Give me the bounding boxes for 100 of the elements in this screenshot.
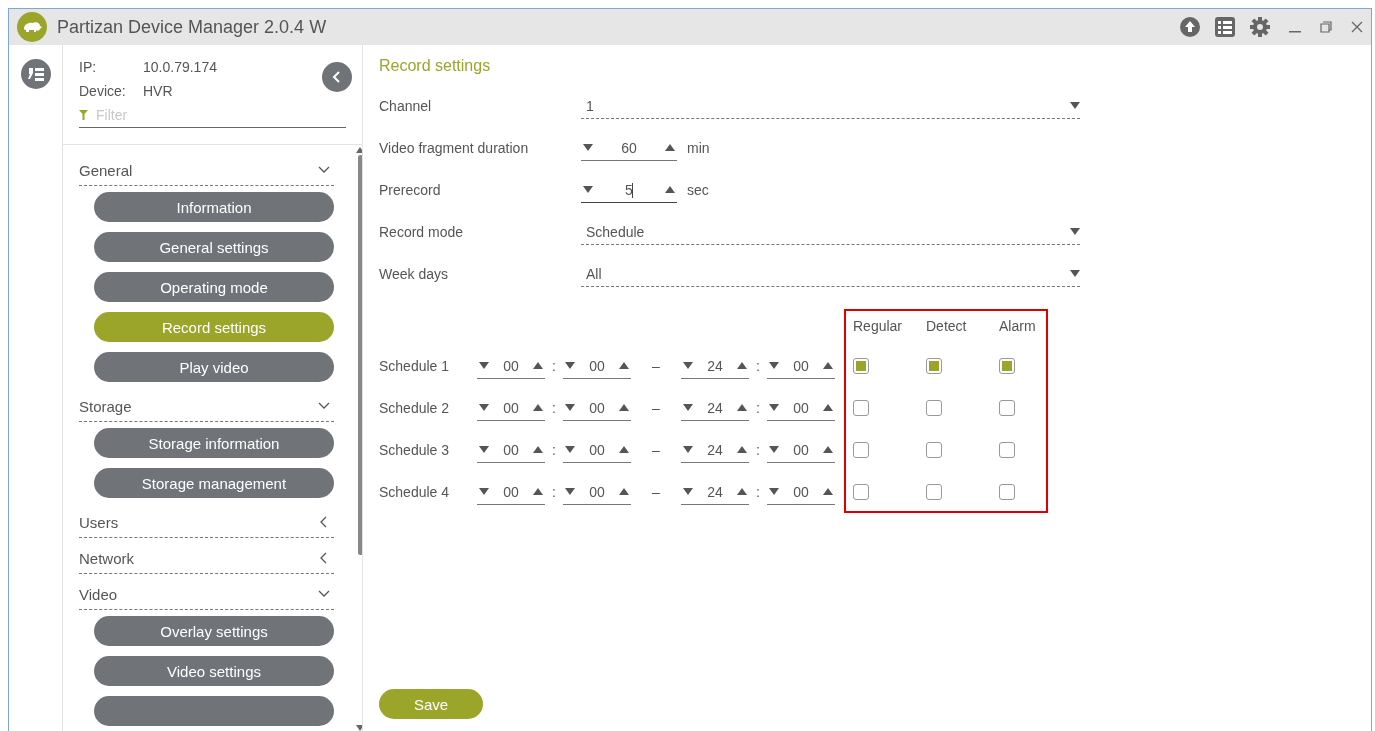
time-spinner[interactable]: 24 (681, 437, 749, 463)
nav-button[interactable]: Operating mode (94, 272, 334, 302)
nav-button[interactable]: Information (94, 192, 334, 222)
decrement-arrow-icon[interactable] (769, 362, 779, 369)
time-spinner[interactable]: 24 (681, 479, 749, 505)
upload-icon[interactable] (1180, 17, 1200, 37)
checkbox[interactable] (999, 358, 1015, 374)
checkbox[interactable] (999, 442, 1015, 458)
time-spinner[interactable]: 00 (563, 479, 631, 505)
increment-arrow-icon[interactable] (533, 488, 543, 495)
restore-icon[interactable] (1320, 21, 1332, 33)
range-separator: – (651, 358, 661, 374)
decrement-arrow-icon[interactable] (565, 362, 575, 369)
unit-label: sec (687, 182, 709, 198)
increment-arrow-icon[interactable] (737, 488, 747, 495)
time-spinner[interactable]: 00 (477, 479, 545, 505)
nav-button[interactable]: General settings (94, 232, 334, 262)
increment-arrow-icon[interactable] (737, 446, 747, 453)
chevron-left-icon (332, 71, 342, 83)
list-icon[interactable] (1215, 17, 1235, 37)
section-header[interactable]: Video (79, 574, 334, 610)
time-spinner[interactable]: 00 (563, 395, 631, 421)
nav-button[interactable] (94, 696, 334, 726)
time-spinner[interactable]: 00 (563, 437, 631, 463)
increment-arrow-icon[interactable] (533, 404, 543, 411)
decrement-arrow-icon[interactable] (479, 404, 489, 411)
close-icon[interactable] (1351, 21, 1363, 33)
decrement-arrow-icon[interactable] (583, 144, 593, 151)
decrement-arrow-icon[interactable] (769, 488, 779, 495)
checkbox[interactable] (853, 442, 869, 458)
decrement-arrow-icon[interactable] (565, 446, 575, 453)
decrement-arrow-icon[interactable] (479, 488, 489, 495)
decrement-arrow-icon[interactable] (479, 362, 489, 369)
dropdown[interactable]: 1 (581, 93, 1080, 119)
checkbox[interactable] (999, 484, 1015, 500)
nav-button[interactable]: Storage management (94, 468, 334, 498)
decrement-arrow-icon[interactable] (769, 446, 779, 453)
checkbox[interactable] (926, 400, 942, 416)
increment-arrow-icon[interactable] (665, 144, 675, 151)
dropdown-arrow-icon[interactable] (1070, 228, 1080, 235)
checkbox[interactable] (853, 484, 869, 500)
decrement-arrow-icon[interactable] (479, 446, 489, 453)
increment-arrow-icon[interactable] (823, 488, 833, 495)
increment-arrow-icon[interactable] (619, 446, 629, 453)
decrement-arrow-icon[interactable] (565, 488, 575, 495)
time-spinner[interactable]: 00 (767, 395, 835, 421)
dropdown-arrow-icon[interactable] (1070, 270, 1080, 277)
decrement-arrow-icon[interactable] (683, 446, 693, 453)
checkbox[interactable] (853, 400, 869, 416)
time-spinner[interactable]: 00 (767, 437, 835, 463)
increment-arrow-icon[interactable] (619, 362, 629, 369)
increment-arrow-icon[interactable] (619, 488, 629, 495)
time-spinner[interactable]: 00 (477, 353, 545, 379)
checkbox[interactable] (926, 442, 942, 458)
time-spinner[interactable]: 00 (563, 353, 631, 379)
increment-arrow-icon[interactable] (533, 362, 543, 369)
decrement-arrow-icon[interactable] (683, 404, 693, 411)
decrement-arrow-icon[interactable] (683, 362, 693, 369)
decrement-arrow-icon[interactable] (583, 186, 593, 193)
dropdown-arrow-icon[interactable] (1070, 102, 1080, 109)
number-spinner[interactable]: 5 (581, 177, 677, 203)
nav-button[interactable]: Overlay settings (94, 616, 334, 646)
dropdown[interactable]: Schedule (581, 219, 1080, 245)
time-spinner[interactable]: 00 (767, 479, 835, 505)
time-spinner[interactable]: 00 (477, 437, 545, 463)
nav-button[interactable]: Storage information (94, 428, 334, 458)
section-header[interactable]: General (79, 150, 334, 186)
time-spinner[interactable]: 00 (477, 395, 545, 421)
checkbox[interactable] (926, 484, 942, 500)
time-spinner[interactable]: 00 (767, 353, 835, 379)
increment-arrow-icon[interactable] (823, 446, 833, 453)
back-button[interactable] (322, 62, 352, 92)
time-spinner[interactable]: 24 (681, 395, 749, 421)
checkbox[interactable] (999, 400, 1015, 416)
nav-button[interactable]: Play video (94, 352, 334, 382)
increment-arrow-icon[interactable] (823, 404, 833, 411)
checkbox[interactable] (853, 358, 869, 374)
section-header[interactable]: Network (79, 538, 334, 574)
decrement-arrow-icon[interactable] (565, 404, 575, 411)
schedule-label: Schedule 4 (379, 484, 451, 500)
decrement-arrow-icon[interactable] (769, 404, 779, 411)
time-spinner[interactable]: 24 (681, 353, 749, 379)
device-list-icon[interactable] (20, 59, 51, 89)
nav-button[interactable]: Video settings (94, 656, 334, 686)
dropdown[interactable]: All (581, 261, 1080, 287)
window-title: Partizan Device Manager 2.0.4 W (57, 16, 327, 38)
ip-label: IP: (79, 59, 98, 75)
increment-arrow-icon[interactable] (737, 404, 747, 411)
settings-icon[interactable] (1250, 17, 1270, 37)
increment-arrow-icon[interactable] (619, 404, 629, 411)
number-spinner[interactable]: 60 (581, 135, 677, 161)
increment-arrow-icon[interactable] (533, 446, 543, 453)
increment-arrow-icon[interactable] (737, 362, 747, 369)
increment-arrow-icon[interactable] (665, 186, 675, 193)
section-header[interactable]: Users (79, 502, 334, 538)
section-header[interactable]: Storage (79, 386, 334, 422)
checkbox[interactable] (926, 358, 942, 374)
decrement-arrow-icon[interactable] (683, 488, 693, 495)
device-value: HVR (143, 83, 173, 99)
increment-arrow-icon[interactable] (823, 362, 833, 369)
